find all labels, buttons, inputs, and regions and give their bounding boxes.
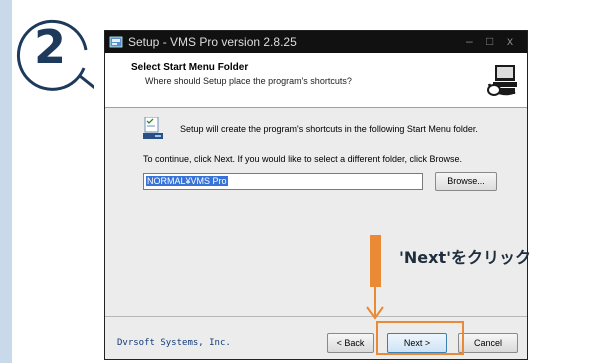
wizard-header: Select Start Menu Folder Where should Se… (105, 53, 527, 108)
arrow-down-icon (366, 306, 384, 320)
wizard-body: Setup will create the program's shortcut… (105, 108, 527, 314)
step-number: 2 (33, 20, 66, 74)
shortcut-info-text: Setup will create the program's shortcut… (180, 124, 478, 134)
browse-button[interactable]: Browse... (435, 172, 497, 191)
back-button[interactable]: < Back (327, 333, 374, 353)
computer-install-icon (485, 60, 523, 98)
cancel-button[interactable]: Cancel (458, 333, 518, 353)
folder-input-value: NORMAL¥VMS Pro (146, 176, 228, 186)
setup-window: Setup - VMS Pro version 2.8.25 – □ x Sel… (104, 30, 528, 360)
start-menu-folder-icon (143, 117, 163, 139)
maximize-button[interactable]: □ (486, 34, 493, 48)
left-accent-strip (0, 0, 12, 363)
installer-icon (109, 36, 123, 48)
page-title: Select Start Menu Folder (131, 62, 249, 73)
callout-text: 'Next'をクリック (399, 248, 532, 267)
instruction-text: To continue, click Next. If you would li… (143, 154, 462, 164)
minimize-button[interactable]: – (466, 34, 473, 48)
window-title: Setup - VMS Pro version 2.8.25 (128, 35, 297, 49)
start-menu-folder-input[interactable]: NORMAL¥VMS Pro (143, 173, 423, 190)
footer-divider (105, 316, 527, 317)
page-subtitle: Where should Setup place the program's s… (145, 76, 352, 86)
close-button[interactable]: x (507, 34, 513, 48)
title-bar: Setup - VMS Pro version 2.8.25 – □ x (105, 31, 527, 53)
vendor-label: Dvrsoft Systems, Inc. (117, 338, 231, 348)
next-button-highlight (376, 321, 464, 355)
callout-accent-bar (370, 235, 381, 287)
